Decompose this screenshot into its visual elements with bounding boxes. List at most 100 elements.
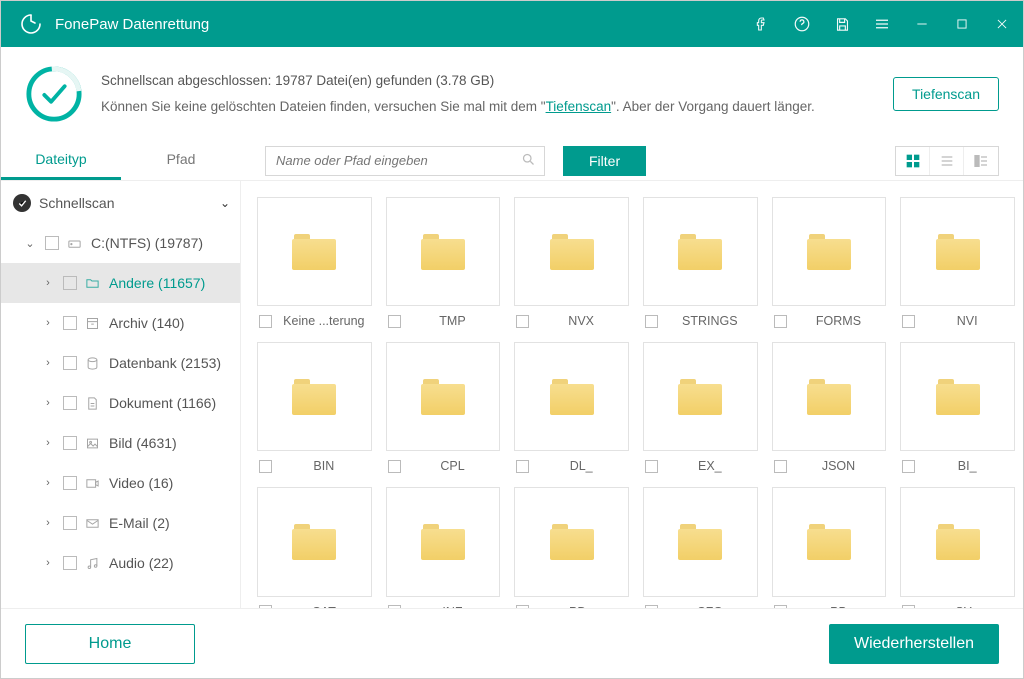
folder-label: BIN (278, 459, 370, 473)
checkbox[interactable] (516, 315, 529, 328)
view-detail-icon[interactable] (964, 147, 998, 175)
folder-card[interactable]: TMP (386, 197, 501, 328)
folder-card[interactable]: PD_ (514, 487, 629, 608)
folder-card[interactable]: BI_ (900, 342, 1015, 473)
folder-card[interactable]: STRINGS (643, 197, 758, 328)
search-icon[interactable] (521, 152, 536, 170)
checkbox[interactable] (63, 396, 77, 410)
view-grid-icon[interactable] (896, 147, 930, 175)
checkbox[interactable] (645, 315, 658, 328)
tab-path[interactable]: Pfad (121, 141, 241, 180)
folder-card[interactable]: NVX (514, 197, 629, 328)
folder-card[interactable]: CPL (386, 342, 501, 473)
folder-card[interactable]: NVI (900, 197, 1015, 328)
view-list-icon[interactable] (930, 147, 964, 175)
folder-card[interactable]: SY_ (900, 487, 1015, 608)
sidebar-category-row[interactable]: ›Andere (11657) (1, 263, 240, 303)
sidebar-category-label: Archiv (140) (109, 315, 184, 331)
footer: Home Wiederherstellen (1, 608, 1023, 678)
chevron-right-icon: › (41, 357, 55, 369)
home-button[interactable]: Home (25, 624, 195, 664)
folder-label: FORMS (793, 314, 885, 328)
folder-card[interactable]: PB (772, 487, 887, 608)
deepscan-link[interactable]: Tiefenscan (546, 99, 612, 114)
folder-label: CPL (407, 459, 499, 473)
checkbox[interactable] (774, 315, 787, 328)
recover-button[interactable]: Wiederherstellen (829, 624, 999, 664)
minimize-icon[interactable] (913, 15, 931, 33)
chevron-down-icon: ⌄ (220, 196, 230, 210)
folder-icon (678, 379, 722, 415)
folder-card[interactable]: CFG (643, 487, 758, 608)
folder-icon (936, 379, 980, 415)
sidebar-category-row[interactable]: ›Dokument (1166) (1, 383, 240, 423)
sidebar-category-row[interactable]: ›Video (16) (1, 463, 240, 503)
folder-card[interactable]: Keine ...terung (257, 197, 372, 328)
checkbox[interactable] (63, 436, 77, 450)
folder-caption: BIN (257, 459, 372, 473)
folder-card[interactable]: JSON (772, 342, 887, 473)
folder-card[interactable]: INF (386, 487, 501, 608)
checkbox[interactable] (259, 460, 272, 473)
sidebar-tabs: Dateityp Pfad (1, 141, 241, 180)
sidebar-quickscan-header[interactable]: Schnellscan ⌄ (1, 183, 240, 223)
folder-thumb (514, 487, 629, 596)
sidebar-category-row[interactable]: ›Audio (22) (1, 543, 240, 583)
sidebar-quickscan-label: Schnellscan (39, 195, 115, 211)
checkbox[interactable] (902, 315, 915, 328)
deepscan-button[interactable]: Tiefenscan (893, 77, 999, 111)
filter-button[interactable]: Filter (563, 146, 646, 176)
folder-thumb (514, 342, 629, 451)
checkbox[interactable] (45, 236, 59, 250)
checkbox[interactable] (388, 315, 401, 328)
maximize-icon[interactable] (953, 15, 971, 33)
facebook-icon[interactable] (753, 15, 771, 33)
sidebar-category-row[interactable]: ›Archiv (140) (1, 303, 240, 343)
close-icon[interactable] (993, 15, 1011, 33)
sidebar-category-row[interactable]: ›E-Mail (2) (1, 503, 240, 543)
view-mode-switch (895, 146, 999, 176)
menu-icon[interactable] (873, 15, 891, 33)
checkbox[interactable] (63, 316, 77, 330)
sidebar-category-row[interactable]: ›Datenbank (2153) (1, 343, 240, 383)
folder-label: STRINGS (664, 314, 756, 328)
checkbox[interactable] (645, 460, 658, 473)
checkbox[interactable] (63, 516, 77, 530)
folder-grid-wrap[interactable]: Keine ...terungTMPNVX STRINGS FORMS NVI BIN C… (241, 181, 1023, 608)
folder-icon (936, 234, 980, 270)
check-circle-icon (13, 194, 31, 212)
sidebar: Schnellscan ⌄ ⌄ C:(NTFS) (19787) ›Andere… (1, 181, 241, 608)
folder-card[interactable]: FORMS (772, 197, 887, 328)
checkbox[interactable] (388, 460, 401, 473)
tab-filetype[interactable]: Dateityp (1, 141, 121, 180)
folder-thumb (643, 487, 758, 596)
help-icon[interactable] (793, 15, 811, 33)
title-bar: FonePaw Datenrettung (1, 1, 1023, 47)
folder-icon (550, 524, 594, 560)
checkbox[interactable] (63, 556, 77, 570)
checkbox[interactable] (63, 276, 77, 290)
folder-icon (807, 379, 851, 415)
folder-card[interactable]: DL_ (514, 342, 629, 473)
folder-thumb (514, 197, 629, 306)
folder-card[interactable]: BIN (257, 342, 372, 473)
title-bar-actions (753, 15, 1011, 33)
sidebar-category-label: Dokument (1166) (109, 395, 216, 411)
sidebar-category-row[interactable]: ›Bild (4631) (1, 423, 240, 463)
folder-icon (421, 524, 465, 560)
sidebar-drive-row[interactable]: ⌄ C:(NTFS) (19787) (1, 223, 240, 263)
folder-card[interactable]: CAT (257, 487, 372, 608)
checkbox[interactable] (63, 356, 77, 370)
category-icon (85, 276, 101, 291)
checkbox[interactable] (774, 460, 787, 473)
toolbar: Dateityp Pfad Filter (1, 141, 1023, 180)
checkbox[interactable] (902, 460, 915, 473)
search-box[interactable] (265, 146, 545, 176)
checkbox[interactable] (516, 460, 529, 473)
folder-card[interactable]: EX_ (643, 342, 758, 473)
search-input[interactable] (274, 152, 521, 169)
checkbox[interactable] (63, 476, 77, 490)
folder-thumb (772, 342, 887, 451)
save-icon[interactable] (833, 15, 851, 33)
checkbox[interactable] (259, 315, 272, 328)
